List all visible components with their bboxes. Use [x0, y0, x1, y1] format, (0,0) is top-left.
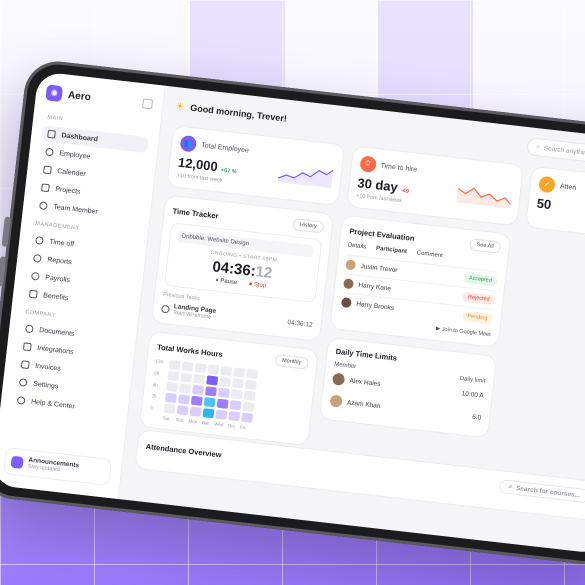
hours-heatmap — [163, 359, 258, 423]
heatmap-cell — [164, 392, 177, 403]
document-icon — [24, 324, 34, 334]
search-icon: ⌕ — [535, 143, 541, 151]
status-badge: Accepted — [463, 272, 498, 287]
heatmap-cell — [176, 405, 189, 416]
tab-participant[interactable]: Participant — [376, 246, 407, 255]
heatmap-cell — [163, 403, 176, 414]
avatar — [342, 278, 355, 290]
status-badge: Pending — [461, 310, 493, 325]
heatmap-cell — [201, 408, 214, 419]
heatmap-cell — [194, 362, 207, 374]
greeting: Good morning, Trever! — [189, 102, 288, 124]
see-all-button[interactable]: See All — [468, 238, 502, 254]
tablet-device: ✺ Aero MAIN Dashboard Employee Calender … — [0, 58, 585, 568]
announcement-card[interactable]: Announcements Stay updated — [2, 446, 113, 486]
avatar — [329, 394, 343, 408]
stat-card-attendance[interactable]: ✓ Atten 50 — [525, 165, 585, 240]
heatmap-cell — [214, 409, 227, 420]
dollar-icon — [30, 271, 40, 281]
heatmap-cell — [165, 381, 178, 392]
sparkline — [277, 169, 334, 189]
status-badge: Rejected — [462, 291, 496, 306]
sidebar-toggle-icon[interactable] — [142, 98, 154, 110]
help-icon — [16, 396, 26, 405]
megaphone-icon — [10, 455, 24, 469]
heatmap-cell — [243, 390, 256, 401]
invoice-icon — [20, 360, 30, 370]
heatmap-cell — [168, 359, 181, 371]
heatmap-cell — [245, 368, 258, 379]
dashboard-icon — [47, 129, 56, 139]
history-button[interactable]: History — [292, 218, 325, 234]
main-content: ☀ Good morning, Trever! ⌕ Search anything… — [119, 86, 585, 555]
timer-icon: ⏱ — [358, 155, 377, 173]
project-evaluation-panel: Project Evaluation See All Details Partic… — [329, 214, 512, 349]
heatmap-cell — [204, 386, 217, 397]
heatmap-cell — [218, 376, 231, 387]
heatmap-cell — [227, 411, 240, 422]
heatmap-cell — [230, 389, 243, 400]
users-icon — [45, 147, 54, 157]
heatmap-cell — [181, 361, 194, 372]
heatmap-cell — [191, 384, 204, 395]
tab-details[interactable]: Details — [348, 242, 367, 250]
work-hours-panel: Total Works Hours Monthly 12h 8h 4h 2h 0 Sat S… — [138, 330, 319, 447]
volume-button — [0, 256, 7, 287]
avatar — [340, 297, 352, 309]
heatmap-cell — [166, 370, 179, 382]
integrations-icon — [22, 342, 32, 352]
heatmap-cell — [206, 364, 219, 375]
avatar — [331, 372, 346, 386]
sparkline — [456, 187, 512, 209]
chart-icon — [32, 253, 42, 263]
heatmap-cell — [203, 397, 216, 408]
heatmap-cell — [178, 383, 191, 394]
sun-icon: ☀ — [174, 100, 186, 113]
course-search-input[interactable]: ⌕ Search for courses... — [498, 479, 585, 504]
stat-card-employee[interactable]: 👥 Total Employee 12,000 +67 % +10 from la… — [166, 124, 345, 207]
gift-icon — [28, 289, 38, 299]
heatmap-cell — [244, 379, 257, 390]
users-icon: 👥 — [179, 134, 198, 153]
logo-icon: ✺ — [45, 84, 64, 103]
heatmap-cell — [229, 400, 242, 411]
heatmap-cell — [179, 372, 192, 383]
pause-button[interactable]: ⏸ Pause — [215, 278, 237, 287]
tab-comment[interactable]: Comment — [416, 250, 443, 259]
heatmap-cell — [216, 398, 229, 409]
heatmap-cell — [217, 387, 230, 398]
heatmap-cell — [205, 375, 218, 386]
time-tracker-panel: Time Tracker History Dribbble: Website De… — [150, 194, 335, 342]
avatar — [345, 259, 357, 271]
tablet-screen: ✺ Aero MAIN Dashboard Employee Calender … — [0, 71, 585, 555]
stat-card-time-to-hire[interactable]: ⏱ Time to hire 30 day -49 +10 from last w… — [345, 145, 525, 227]
search-icon: ⌕ — [508, 483, 513, 491]
heatmap-cell — [241, 401, 254, 412]
calendar-check-icon: ✓ — [538, 175, 556, 194]
heatmap-cell — [192, 373, 205, 384]
search-input[interactable]: ⌕ Search anything... — [526, 137, 585, 168]
brand-name: Aero — [67, 89, 92, 103]
period-select[interactable]: Monthly — [274, 353, 309, 370]
heatmap-cell — [190, 395, 203, 406]
task-icon — [161, 304, 170, 314]
stop-button[interactable]: ⏹ Stop — [249, 282, 267, 291]
gear-icon — [18, 378, 28, 387]
team-icon — [38, 201, 48, 211]
heatmap-cell — [240, 412, 253, 423]
folder-icon — [40, 183, 50, 193]
heatmap-cell — [189, 406, 202, 417]
heatmap-cell — [177, 394, 190, 405]
calendar-icon — [43, 165, 52, 175]
heatmap-cell — [231, 378, 244, 389]
clock-icon — [34, 236, 44, 245]
heatmap-cell — [219, 365, 232, 377]
daily-limits-panel: Daily Time Limits Member Daily limit Alex… — [318, 336, 498, 439]
heatmap-cell — [232, 367, 245, 378]
